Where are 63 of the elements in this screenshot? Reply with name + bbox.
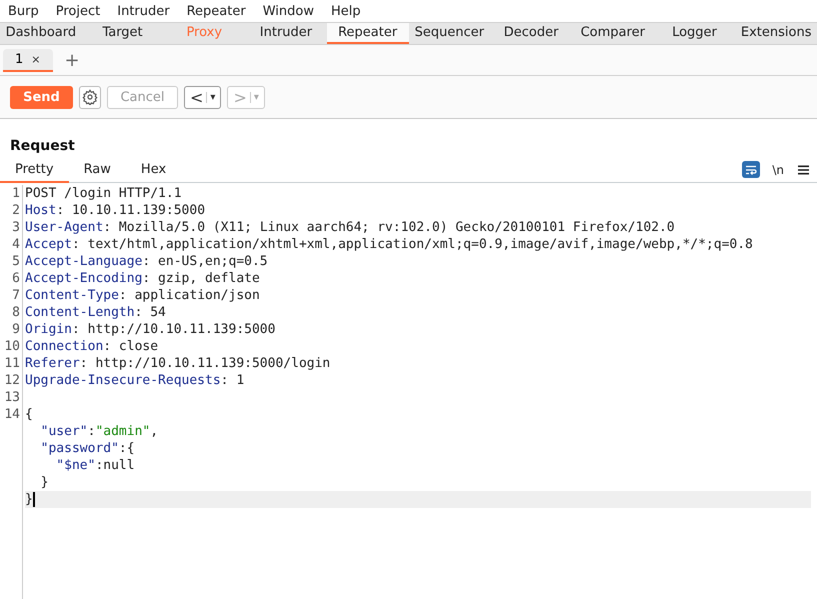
view-tab[interactable]: Raw	[68, 157, 126, 183]
line-number: 7	[0, 287, 23, 304]
close-tab-button[interactable]: ×	[31, 52, 40, 66]
menu-item[interactable]: Project	[56, 4, 108, 18]
tool-tab[interactable]: Extensions	[735, 23, 817, 44]
code-line: Accept: text/html,application/xhtml+xml,application/xml;q=0.9,image/avif,image/webp,*/*;q=0.8	[25, 236, 753, 253]
code-line: Origin: http://10.10.11.139:5000	[25, 321, 276, 338]
tool-tab[interactable]: Logger	[654, 23, 736, 44]
code-line: }	[25, 491, 33, 508]
code-line: {	[25, 406, 33, 423]
menu-item[interactable]: Repeater	[186, 4, 254, 18]
newline-toggle[interactable]: \n	[772, 162, 784, 176]
code-line: User-Agent: Mozilla/5.0 (X11; Linux aarch64; rv:102.0) Gecko/20100101 Firefox/102.0	[25, 219, 675, 236]
tool-tab[interactable]: Comparer	[572, 23, 654, 44]
menu-item[interactable]: Window	[262, 4, 322, 18]
code-line: Connection: close	[25, 338, 158, 355]
line-number: 11	[0, 355, 23, 372]
tool-tab[interactable]: Sequencer	[408, 23, 490, 44]
view-tab[interactable]: Pretty	[0, 157, 69, 183]
line-number: 10	[0, 338, 23, 355]
code-line: "user":"admin",	[40, 423, 158, 440]
line-number: 3	[0, 219, 23, 236]
code-line: POST /login HTTP/1.1	[25, 185, 182, 202]
code-line: Content-Type: application/json	[25, 287, 260, 304]
tool-tab[interactable]: Dashboard	[0, 23, 82, 44]
code-line: "password":{	[40, 440, 135, 457]
code-line: Accept-Language: en-US,en;q=0.5	[25, 253, 268, 270]
menu-item[interactable]: Burp	[8, 4, 47, 18]
repeater-tab[interactable]: 1 ×	[3, 48, 52, 72]
line-number: 8	[0, 304, 23, 321]
line-number: 9	[0, 321, 23, 338]
tool-tab[interactable]: Decoder	[490, 23, 572, 44]
back-button[interactable]: < ▾	[184, 86, 222, 108]
add-tab-button[interactable]: +	[64, 50, 80, 70]
line-number: 14	[0, 406, 23, 423]
tool-tab[interactable]: Repeater	[326, 23, 409, 44]
line-number: 12	[0, 372, 23, 389]
code-line: "$ne":null	[55, 457, 135, 474]
wrap-toggle[interactable]	[742, 161, 760, 178]
wrap-icon	[745, 164, 758, 174]
line-number: 5	[0, 253, 23, 270]
line-number: 13	[0, 389, 23, 406]
code-line: Content-Length: 54	[25, 304, 166, 321]
menu-item[interactable]: Intruder	[117, 4, 178, 18]
tab-label: 1	[15, 52, 24, 66]
line-number: 2	[0, 202, 23, 219]
code-line: Host: 10.10.11.139:5000	[25, 202, 206, 219]
menu-item[interactable]: Help	[330, 4, 369, 18]
view-tab[interactable]: Hex	[126, 157, 182, 183]
code-line: Upgrade-Insecure-Requests: 1	[25, 372, 244, 389]
code-line: Accept-Encoding: gzip, deflate	[25, 270, 260, 287]
panel-title: Request	[10, 138, 75, 154]
tool-tab[interactable]: Intruder	[245, 23, 327, 44]
text-cursor	[32, 492, 35, 507]
code-line: Referer: http://10.10.11.139:5000/login	[25, 355, 330, 372]
tool-tab[interactable]: Target	[82, 23, 164, 44]
line-number: 6	[0, 270, 23, 287]
gear-icon	[82, 89, 98, 105]
code-line: }	[40, 474, 48, 491]
line-number: 1	[0, 185, 23, 202]
line-number: 4	[0, 236, 23, 253]
menu-icon[interactable]	[798, 164, 809, 174]
settings-button[interactable]	[79, 86, 101, 108]
